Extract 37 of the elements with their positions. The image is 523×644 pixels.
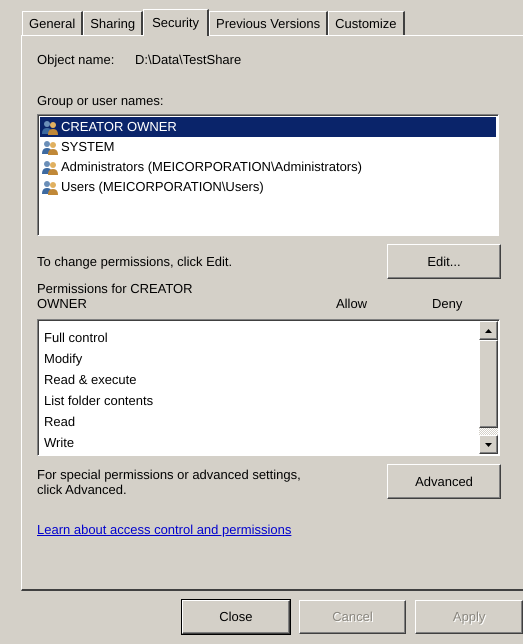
column-header: Allow	[336, 296, 368, 311]
tab[interactable]: Customize	[328, 11, 405, 35]
tab[interactable]: Security	[143, 9, 210, 36]
tab[interactable]: Previous Versions	[209, 11, 328, 35]
tab[interactable]: General	[22, 11, 84, 35]
change-hint: To change permissions, click Edit.	[37, 252, 232, 271]
group-item[interactable]: SYSTEM	[40, 137, 496, 157]
scroll-up-button[interactable]	[479, 321, 498, 340]
permission-name: Full control	[44, 329, 109, 347]
advanced-hint: For special permissions or advanced settings, click Advanced.	[37, 466, 302, 496]
group-label: Group or user names:	[37, 92, 164, 110]
column-header: Deny	[432, 296, 462, 311]
permission-name: Read	[44, 413, 76, 431]
advanced-button[interactable]: Advanced	[387, 464, 501, 499]
scroll-down-button[interactable]	[479, 435, 498, 454]
edit-button[interactable]: Edit...	[387, 244, 501, 279]
object-name-label: Object name:	[37, 51, 116, 69]
permission-name: Modify	[44, 350, 84, 368]
permission-name: Read & execute	[44, 371, 138, 389]
permission-name: Write	[44, 434, 76, 452]
scroll-thumb[interactable]	[479, 340, 498, 428]
permission-name: List folder contents	[44, 392, 154, 410]
users-icon	[42, 120, 59, 134]
permissions-label: Permissions for CREATOR OWNER	[37, 281, 194, 311]
users-icon	[42, 160, 59, 174]
users-icon	[42, 180, 59, 194]
group-item[interactable]: Administrators (MEICORPORATION\Administrators)	[40, 157, 496, 177]
dialog-button[interactable]: Close	[182, 600, 290, 634]
object-name-value: D:\Data\TestShare	[135, 51, 242, 69]
scrollbar[interactable]	[479, 321, 498, 454]
tab[interactable]: Sharing	[83, 11, 144, 35]
help-link[interactable]: Learn about access control and permissions	[37, 522, 292, 537]
users-icon	[42, 140, 59, 154]
group-item[interactable]: CREATOR OWNER	[40, 117, 496, 137]
up-arrow-icon	[485, 328, 492, 332]
down-arrow-icon	[485, 442, 492, 446]
group-item[interactable]: Users (MEICORPORATION\Users)	[40, 177, 496, 197]
